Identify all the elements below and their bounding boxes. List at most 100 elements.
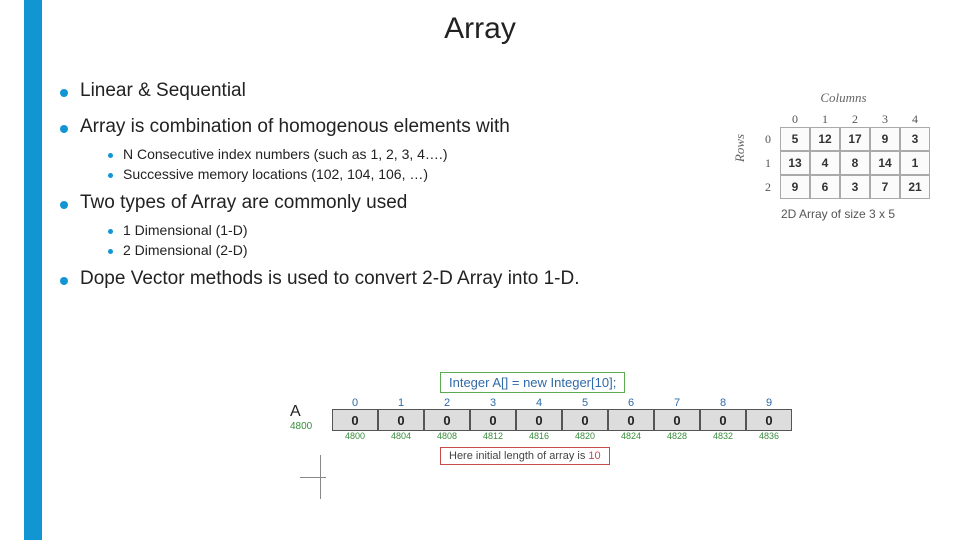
cell: 0	[700, 409, 746, 431]
idx: 8	[700, 397, 746, 409]
fig2d-row-1: 1 13 4 8 14 1	[756, 151, 948, 175]
addr: 4808	[424, 431, 470, 441]
bullet-3-text: Two types of Array are commonly used	[80, 192, 407, 214]
bullet-2-text: Array is combination of homogenous eleme…	[80, 116, 510, 138]
cell: 14	[870, 151, 900, 175]
cell: 0	[654, 409, 700, 431]
bullet-4: Dope Vector methods is used to convert 2…	[60, 268, 700, 290]
col-idx: 2	[840, 112, 870, 127]
cell: 3	[900, 127, 930, 151]
cell: 0	[516, 409, 562, 431]
col-idx: 1	[810, 112, 840, 127]
accent-bar	[24, 0, 42, 540]
fig1d-length-note: Here initial length of array is 10	[440, 447, 610, 465]
col-idx: 0	[780, 112, 810, 127]
bullet-1-text: Linear & Sequential	[80, 80, 246, 102]
pointer-line-icon	[300, 455, 326, 501]
fig2d-row-2: 2 9 6 3 7 21	[756, 175, 948, 199]
bullet-dot	[108, 229, 113, 234]
bullet-2-subs: N Consecutive index numbers (such as 1, …	[108, 146, 700, 182]
bullet-2-sub-1-text: N Consecutive index numbers (such as 1, …	[123, 146, 447, 162]
bullet-content: Linear & Sequential Array is combination…	[60, 80, 700, 298]
cell: 0	[470, 409, 516, 431]
cell: 0	[424, 409, 470, 431]
cell: 3	[840, 175, 870, 199]
cell: 6	[810, 175, 840, 199]
bullet-1: Linear & Sequential	[60, 80, 700, 102]
col-idx: 4	[900, 112, 930, 127]
cell: 0	[562, 409, 608, 431]
cell: 9	[780, 175, 810, 199]
addr: 4832	[700, 431, 746, 441]
fig1d-values: 0 0 0 0 0 0 0 0 0 0	[332, 409, 792, 431]
fig2d-col-indices: 0 1 2 3 4	[780, 112, 948, 127]
addr: 4828	[654, 431, 700, 441]
cell: 8	[840, 151, 870, 175]
addr: 4804	[378, 431, 424, 441]
fig1d-indices: 0 1 2 3 4 5 6 7 8 9	[332, 397, 792, 409]
addr: 4800	[332, 431, 378, 441]
bullet-dot	[60, 201, 68, 209]
idx: 5	[562, 397, 608, 409]
bullet-3-sub-2-text: 2 Dimensional (2-D)	[123, 242, 247, 258]
figure-2d-array: Columns Rows 0 1 2 3 4 0 5 12 17 9 3 1 1…	[728, 88, 948, 221]
addr: 4824	[608, 431, 654, 441]
cell: 5	[780, 127, 810, 151]
idx: 0	[332, 397, 378, 409]
fig2d-caption: 2D Array of size 3 x 5	[728, 207, 948, 221]
row-idx: 1	[756, 156, 780, 171]
bullet-4-text: Dope Vector methods is used to convert 2…	[80, 268, 580, 290]
idx: 3	[470, 397, 516, 409]
cell: 9	[870, 127, 900, 151]
bullet-2: Array is combination of homogenous eleme…	[60, 116, 700, 138]
addr: 4820	[562, 431, 608, 441]
bullet-2-sub-1: N Consecutive index numbers (such as 1, …	[108, 146, 700, 162]
bullet-3-sub-2: 2 Dimensional (2-D)	[108, 242, 700, 258]
fig1d-addresses: 4800 4804 4808 4812 4816 4820 4824 4828 …	[332, 431, 792, 441]
idx: 6	[608, 397, 654, 409]
cell: 1	[900, 151, 930, 175]
bullet-3-sub-1: 1 Dimensional (1-D)	[108, 222, 700, 238]
cell: 13	[780, 151, 810, 175]
col-idx: 3	[870, 112, 900, 127]
bullet-dot	[60, 277, 68, 285]
fig2d-row-0: 0 5 12 17 9 3	[756, 127, 948, 151]
bullet-3: Two types of Array are commonly used	[60, 192, 700, 214]
len-value: 10	[588, 450, 600, 462]
idx: 2	[424, 397, 470, 409]
fig2d-rows-label: Rows	[732, 134, 748, 162]
cell: 0	[608, 409, 654, 431]
cell: 4	[810, 151, 840, 175]
bullet-2-sub-2-text: Successive memory locations (102, 104, 1…	[123, 166, 428, 182]
cell: 0	[378, 409, 424, 431]
idx: 1	[378, 397, 424, 409]
idx: 7	[654, 397, 700, 409]
bullet-dot	[108, 153, 113, 158]
idx: 4	[516, 397, 562, 409]
fig1d-code: Integer A[] = new Integer[10];	[440, 372, 625, 393]
bullet-3-subs: 1 Dimensional (1-D) 2 Dimensional (2-D)	[108, 222, 700, 258]
slide-title: Array	[0, 12, 960, 46]
bullet-dot	[60, 89, 68, 97]
idx: 9	[746, 397, 792, 409]
cell: 12	[810, 127, 840, 151]
bullet-3-sub-1-text: 1 Dimensional (1-D)	[123, 222, 247, 238]
row-idx: 2	[756, 180, 780, 195]
cell: 7	[870, 175, 900, 199]
addr: 4812	[470, 431, 516, 441]
figure-1d-array: Integer A[] = new Integer[10]; A 4800 0 …	[290, 372, 818, 465]
addr: 4836	[746, 431, 792, 441]
addr: 4816	[516, 431, 562, 441]
cell: 17	[840, 127, 870, 151]
len-text: Here initial length of array is	[449, 450, 588, 462]
bullet-dot	[108, 173, 113, 178]
fig1d-base-addr: 4800	[290, 421, 332, 432]
fig1d-var-name: A	[290, 403, 332, 421]
fig2d-columns-label: Columns	[756, 90, 931, 106]
cell: 0	[746, 409, 792, 431]
cell: 0	[332, 409, 378, 431]
cell: 21	[900, 175, 930, 199]
bullet-dot	[108, 249, 113, 254]
bullet-dot	[60, 125, 68, 133]
row-idx: 0	[756, 132, 780, 147]
